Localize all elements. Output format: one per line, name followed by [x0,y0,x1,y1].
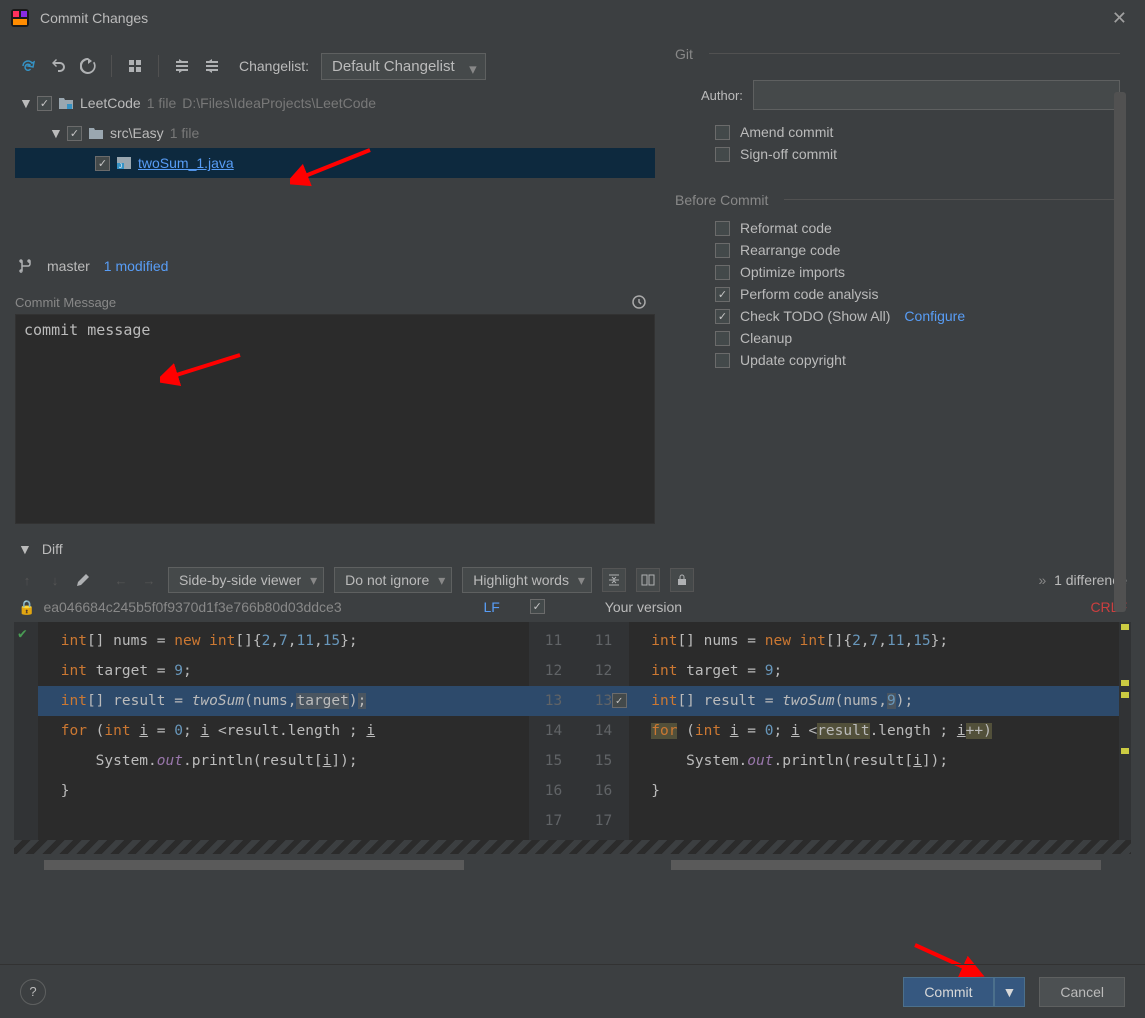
svg-text:J: J [119,164,122,170]
folder-icon [88,125,104,141]
rearrange-label: Rearrange code [740,242,840,258]
left-revision-hash: ea046684c245b5f0f9370d1f3e766b80d03ddce3 [43,599,483,616]
signoff-label: Sign-off commit [740,146,837,162]
viewer-mode-dropdown[interactable]: Side-by-side viewer [168,567,324,593]
left-line-numbers: 11121314151617 [529,622,579,840]
diff-file-checkbox[interactable] [530,599,545,614]
cancel-button[interactable]: Cancel [1039,977,1125,1007]
changes-tree: ▼ LeetCode 1 file D:\Files\IdeaProjects\… [15,88,655,248]
rearrange-checkbox[interactable] [715,243,730,258]
disclose-icon[interactable]: ▼ [19,95,31,111]
changelist-dropdown[interactable]: Default Changelist [321,53,486,80]
tree-folder-row[interactable]: ▼ src\Easy 1 file [15,118,655,148]
disclose-icon[interactable]: ▼ [49,125,61,141]
lock-icon[interactable] [670,568,694,592]
diff-label: Diff [42,541,63,557]
diff-hscroll[interactable] [14,858,1131,872]
author-label: Author: [701,88,743,103]
branch-name: master [47,258,90,274]
app-logo-icon [10,8,30,28]
history-icon[interactable] [631,294,647,310]
titlebar: Commit Changes ✕ [0,0,1145,36]
edit-icon[interactable] [74,571,92,589]
group-icon[interactable] [126,57,144,75]
help-button[interactable]: ? [20,979,46,1005]
expand-icon[interactable] [173,57,191,75]
readonly-icon: 🔒 [18,599,35,616]
collapse-unchanged-icon[interactable] [602,568,626,592]
todo-configure-link[interactable]: Configure [904,308,965,324]
tree-file-row[interactable]: J twoSum_1.java [15,148,655,178]
forward-icon[interactable]: → [140,571,158,589]
refresh-icon[interactable] [19,57,37,75]
left-code[interactable]: int[] nums = new int[]{2,7,11,15}; int t… [38,622,529,840]
author-input[interactable] [753,80,1120,110]
right-minimap[interactable] [1119,622,1131,840]
git-section-title: Git [675,46,1120,62]
left-encoding: LF [483,599,499,616]
ignore-dropdown[interactable]: Do not ignore [334,567,452,593]
reformat-label: Reformat code [740,220,832,236]
right-line-numbers: 11121314151617 [579,622,629,840]
diff-toolbar: ↑ ↓ ← → Side-by-side viewer Do not ignor… [0,563,1145,597]
tree-root-name: LeetCode [80,95,141,111]
tree-folder-name: src\Easy [110,125,164,141]
analysis-checkbox[interactable] [715,287,730,302]
tree-root-path: D:\Files\IdeaProjects\LeetCode [182,95,376,111]
cleanup-label: Cleanup [740,330,792,346]
commit-dropdown-button[interactable]: ▼ [994,977,1026,1007]
copyright-label: Update copyright [740,352,846,368]
tree-root-count: 1 file [147,95,177,111]
commit-toolbar: Changelist: Default Changelist [15,46,655,86]
changelist-value: Default Changelist [332,58,455,75]
close-button[interactable]: ✕ [1104,4,1135,33]
prev-diff-icon[interactable]: ↑ [18,571,36,589]
commit-message-label: Commit Message [15,294,655,310]
todo-label: Check TODO (Show All) [740,308,890,324]
tree-checkbox[interactable] [67,126,82,141]
diff-disclose-icon[interactable]: ▼ [18,541,32,557]
optimize-checkbox[interactable] [715,265,730,280]
tree-checkbox[interactable] [95,156,110,171]
collapse-icon[interactable] [203,57,221,75]
sync-scroll-icon[interactable] [636,568,660,592]
tree-folder-count: 1 file [170,125,200,141]
window-title: Commit Changes [40,10,148,26]
copyright-checkbox[interactable] [715,353,730,368]
line-checkbox[interactable] [612,693,627,708]
tree-checkbox[interactable] [37,96,52,111]
branch-status[interactable]: 1 modified [104,258,169,274]
tree-file-name: twoSum_1.java [138,155,234,171]
changelist-label: Changelist: [239,58,309,74]
highlight-dropdown[interactable]: Highlight words [462,567,592,593]
right-code[interactable]: int[] nums = new int[]{2,7,11,15}; int t… [629,622,1120,840]
amend-checkbox[interactable] [715,125,730,140]
reformat-checkbox[interactable] [715,221,730,236]
check-icon: ✔ [18,626,27,642]
analysis-label: Perform code analysis [740,286,879,302]
right-version-label: Your version [605,599,682,616]
reload-icon[interactable] [79,57,97,75]
branch-bar: master 1 modified [15,256,655,276]
signoff-checkbox[interactable] [715,147,730,162]
java-file-icon: J [116,155,132,171]
next-diff-icon[interactable]: ↓ [46,571,64,589]
dialog-footer: ? Commit ▼ Cancel [0,964,1145,1018]
commit-message-input[interactable] [15,314,655,524]
back-icon[interactable]: ← [112,571,130,589]
amend-label: Amend commit [740,124,833,140]
undo-icon[interactable] [49,57,67,75]
tree-root-row[interactable]: ▼ LeetCode 1 file D:\Files\IdeaProjects\… [15,88,655,118]
project-icon [58,95,74,111]
optimize-label: Optimize imports [740,264,845,280]
right-scrollbar[interactable] [1114,92,1126,612]
before-commit-section-title: Before Commit [675,192,1120,208]
todo-checkbox[interactable] [715,309,730,324]
code-diff-view: ✔ int[] nums = new int[]{2,7,11,15}; int… [14,622,1131,840]
diff-separator [14,840,1131,854]
cleanup-checkbox[interactable] [715,331,730,346]
diff-filebar: 🔒 ea046684c245b5f0f9370d1f3e766b80d03ddc… [0,597,1145,618]
commit-button[interactable]: Commit [903,977,993,1007]
branch-icon [19,259,33,273]
